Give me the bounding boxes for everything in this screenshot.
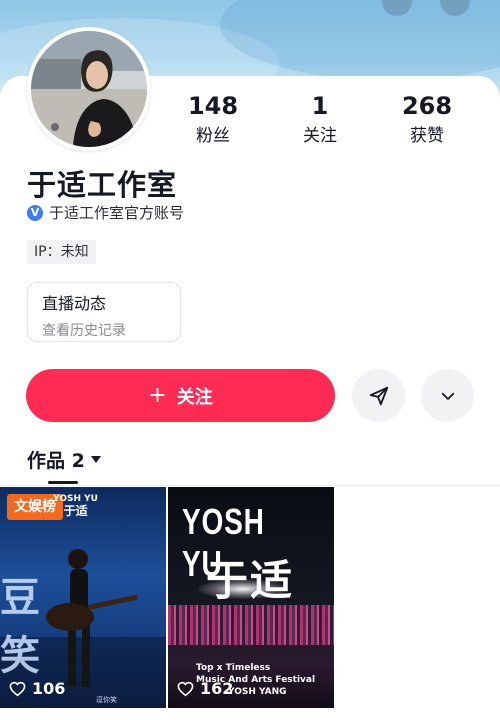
stage-light	[198, 579, 288, 599]
chevron-down-icon	[441, 392, 454, 400]
video-brand-cn: 于适	[63, 504, 88, 518]
live-card-title: 直播动态	[42, 294, 107, 313]
stat-label: 关注	[303, 126, 337, 146]
stat-label: 粉丝	[196, 126, 230, 146]
more-button[interactable]	[421, 369, 474, 422]
stat-value: 268	[401, 92, 453, 120]
video-likes: 162	[177, 679, 233, 698]
profile-name: 于适工作室	[27, 168, 178, 202]
share-button[interactable]	[352, 369, 405, 422]
stat-value: 148	[187, 92, 239, 120]
tab-works[interactable]: 作品 2	[27, 446, 101, 473]
live-card-subtitle: 查看历史记录	[42, 323, 126, 339]
heart-icon	[177, 681, 194, 696]
verified-icon: V	[27, 204, 43, 221]
crowd-lights	[168, 605, 334, 645]
caret-down-icon	[90, 456, 101, 463]
stat-followers[interactable]: 148 粉丝	[168, 92, 258, 146]
live-history-card[interactable]: 直播动态 查看历史记录	[27, 282, 181, 342]
video-brand: YOSH YU 于适	[53, 493, 98, 517]
heart-icon	[9, 681, 26, 696]
stat-label: 获赞	[410, 126, 444, 146]
video-thumbnail[interactable]: 文娱榜 YOSH YU 于适 豆 笑 逗你笑 106	[0, 487, 166, 708]
video-caption-line: YOSH YANG	[228, 687, 287, 697]
follow-label: 关注	[176, 386, 213, 408]
video-likes-count: 162	[200, 679, 234, 698]
tab-indicator	[48, 481, 78, 484]
divider	[0, 485, 500, 486]
follow-button[interactable]: + 关注	[26, 369, 335, 422]
send-icon	[369, 386, 388, 405]
video-likes-count: 106	[32, 679, 66, 698]
verified-row: V 于适工作室官方账号	[27, 202, 184, 223]
avatar[interactable]	[27, 27, 151, 151]
ip-location: IP：未知	[27, 240, 96, 264]
avatar-photo	[31, 31, 147, 147]
video-thumbnail[interactable]: YOSH YU 于适 Top x Timeless Music And Arts…	[168, 487, 334, 708]
tab-works-label: 作品 2	[27, 450, 85, 472]
video-bottom-text: 逗你笑	[96, 696, 117, 704]
video-likes: 106	[9, 679, 65, 698]
stat-following[interactable]: 1 关注	[275, 92, 365, 146]
video-caption-line: Top x Timeless	[196, 663, 271, 673]
video-overlay-text: 豆 笑	[0, 575, 80, 679]
stat-value: 1	[311, 92, 329, 120]
verified-text: 于适工作室官方账号	[49, 204, 185, 222]
stat-likes[interactable]: 268 获赞	[382, 92, 472, 146]
plus-icon: +	[148, 382, 167, 408]
